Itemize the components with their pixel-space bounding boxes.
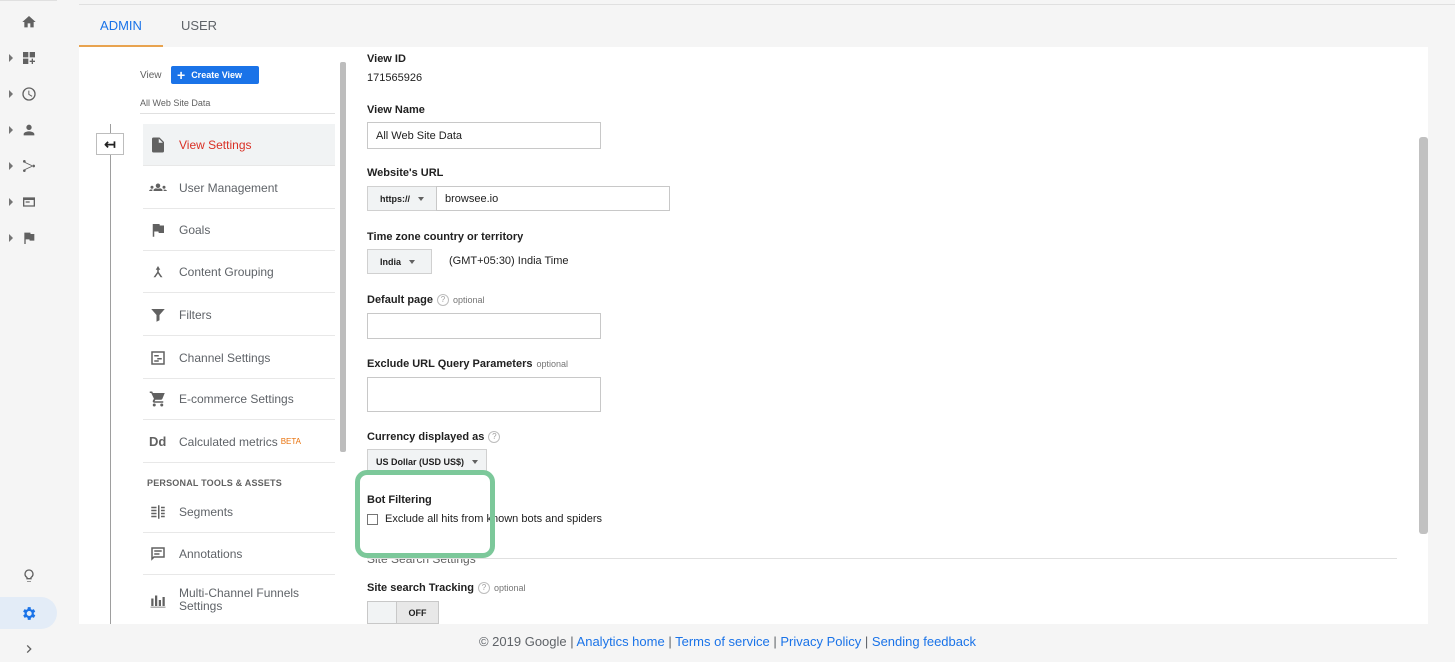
grouping-icon	[149, 263, 179, 281]
default-page-input[interactable]	[367, 313, 601, 339]
help-icon[interactable]: ?	[437, 294, 450, 307]
people-icon	[149, 179, 179, 197]
view-id-label: View ID	[367, 53, 406, 65]
bot-filtering-highlight	[355, 470, 495, 558]
menu-item-annotations[interactable]: Annotations	[143, 533, 335, 575]
admin-settings-button[interactable]	[0, 597, 57, 629]
menu-item-user-management[interactable]: User Management	[143, 167, 335, 209]
cart-icon	[149, 390, 179, 408]
home-icon[interactable]	[0, 7, 57, 37]
segments-icon	[149, 503, 179, 521]
terms-of-service-link[interactable]: Terms of service	[675, 634, 770, 649]
menu-item-label: Annotations	[179, 546, 243, 561]
default-page-label: Default page? optional	[367, 294, 485, 307]
create-view-label: Create View	[191, 70, 243, 80]
clock-icon[interactable]	[0, 79, 57, 109]
menu-item-label: Channel Settings	[179, 350, 271, 365]
person-icon[interactable]	[0, 115, 57, 145]
admin-panel: ↤ View + Create View All Web Site Data V…	[79, 47, 1428, 624]
create-view-button[interactable]: + Create View	[171, 66, 259, 84]
copyright: © 2019 Google	[478, 634, 567, 649]
document-icon	[149, 136, 179, 154]
view-id-value: 171565926	[367, 72, 423, 84]
menu-item-segments[interactable]: Segments	[143, 491, 335, 533]
view-name-input[interactable]: All Web Site Data	[367, 122, 601, 149]
dashboard-icon[interactable]	[0, 43, 57, 73]
country-select[interactable]: India	[367, 249, 432, 274]
menu-item-label: Segments	[179, 504, 234, 519]
flag-icon[interactable]	[0, 223, 57, 253]
flag-icon	[149, 221, 179, 239]
site-search-tracking-label: Site search Tracking? optional	[367, 582, 526, 595]
timezone-select[interactable]: (GMT+05:30) India Time	[449, 255, 569, 267]
website-url-input[interactable]: browsee.io	[436, 186, 670, 211]
personal-tools-heading: PERSONAL TOOLS & ASSETS	[147, 478, 282, 488]
help-icon[interactable]: ?	[488, 431, 501, 444]
menu-item-label: View Settings	[179, 137, 252, 152]
acquisition-icon[interactable]	[0, 151, 57, 181]
menu-item-view-settings[interactable]: View Settings	[143, 124, 335, 166]
form-scrollbar[interactable]	[1419, 137, 1428, 534]
column-divider	[110, 124, 111, 624]
help-icon[interactable]: ?	[478, 582, 490, 595]
website-url-label: Website's URL	[367, 167, 444, 179]
view-selector-underline	[140, 113, 335, 114]
menu-item-filters[interactable]: Filters	[143, 294, 335, 336]
plus-icon: +	[177, 67, 186, 83]
dropdown-arrow-icon	[409, 259, 416, 264]
protocol-value: https://	[380, 193, 410, 204]
menu-item-calculated-metrics[interactable]: Dd Calculated metrics BETA	[143, 421, 335, 463]
view-label: View	[140, 70, 162, 81]
exclude-params-textarea[interactable]	[367, 377, 601, 412]
left-column-scrollbar[interactable]	[340, 62, 346, 452]
exclude-params-label: Exclude URL Query Parameters optional	[367, 358, 569, 370]
tab-user[interactable]: USER	[169, 5, 229, 47]
back-arrow-icon: ↤	[104, 135, 116, 152]
gear-icon	[20, 605, 37, 622]
site-search-toggle[interactable]: OFF	[367, 601, 439, 624]
bar-chart-icon	[149, 591, 179, 609]
menu-item-channel-settings[interactable]: Channel Settings	[143, 337, 335, 379]
left-nav-rail	[0, 0, 57, 662]
collapse-back-button[interactable]: ↤	[96, 133, 124, 155]
currency-value: US Dollar (USD US$)	[376, 456, 465, 467]
dropdown-arrow-icon	[418, 196, 424, 201]
annotations-icon	[149, 545, 179, 563]
dropdown-arrow-icon	[472, 459, 479, 464]
sending-feedback-link[interactable]: Sending feedback	[872, 634, 976, 649]
country-value: India	[380, 256, 402, 267]
menu-item-label: User Management	[179, 180, 278, 195]
menu-item-goals[interactable]: Goals	[143, 209, 335, 251]
toggle-knob	[368, 602, 397, 623]
menu-item-mcf-settings[interactable]: Multi-Channel Funnels Settings	[143, 575, 335, 625]
footer: © 2019 Google | Analytics home | Terms o…	[478, 634, 976, 649]
menu-item-content-grouping[interactable]: Content Grouping	[143, 251, 335, 293]
privacy-policy-link[interactable]: Privacy Policy	[780, 634, 861, 649]
filter-icon	[149, 306, 179, 324]
menu-item-label: Filters	[179, 307, 212, 322]
menu-item-label: Content Grouping	[179, 264, 274, 279]
menu-item-label: Calculated metrics	[179, 434, 278, 449]
channel-icon	[149, 349, 179, 367]
menu-item-label: Goals	[179, 222, 211, 237]
timezone-label: Time zone country or territory	[367, 231, 524, 243]
analytics-home-link[interactable]: Analytics home	[577, 634, 665, 649]
view-name-label: View Name	[367, 104, 425, 116]
beta-badge: BETA	[280, 437, 302, 446]
menu-item-ecommerce-settings[interactable]: E-commerce Settings	[143, 378, 335, 420]
lightbulb-icon[interactable]	[0, 561, 57, 591]
dd-icon: Dd	[149, 434, 167, 449]
toggle-state: OFF	[397, 602, 438, 623]
admin-tab-bar: ADMIN USER	[79, 4, 1455, 47]
behavior-icon[interactable]	[0, 187, 57, 217]
tab-admin[interactable]: ADMIN	[79, 5, 163, 47]
view-selector[interactable]: All Web Site Data	[140, 98, 210, 108]
section-divider	[367, 558, 1397, 559]
currency-label: Currency displayed as?	[367, 431, 501, 444]
menu-item-label: Multi-Channel Funnels Settings	[179, 586, 300, 613]
protocol-select[interactable]: https://	[367, 186, 437, 211]
menu-item-label: E-commerce Settings	[179, 391, 294, 406]
view-settings-form: View ID 171565926 View Name All Web Site…	[367, 47, 1407, 624]
